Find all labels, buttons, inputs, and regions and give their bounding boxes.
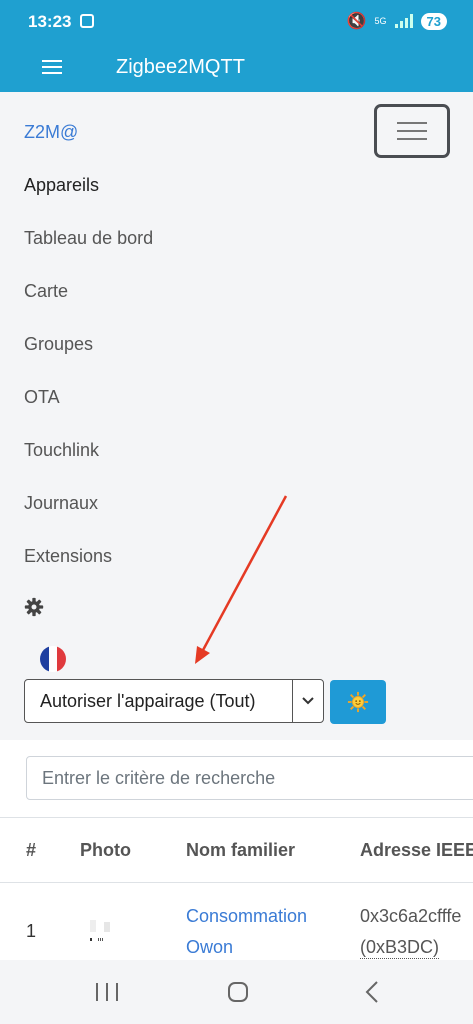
nav-panel: Z2M@ Appareils Tableau de bord Carte Gro…	[0, 92, 473, 740]
column-header-ieee-address[interactable]: Adresse IEEE	[360, 840, 473, 861]
theme-toggle-button[interactable]	[330, 680, 386, 724]
app-title: Zigbee2MQTT	[116, 56, 245, 78]
column-header-photo[interactable]: Photo	[80, 840, 131, 861]
column-header-friendly-name[interactable]: Nom familier	[186, 840, 295, 861]
network-type: 5G	[374, 15, 387, 26]
hamburger-icon[interactable]	[42, 60, 62, 74]
device-network-address: (0xB3DC)	[360, 937, 440, 959]
device-name-link[interactable]: Consommation	[186, 906, 307, 927]
toggler-lines-icon	[397, 122, 427, 140]
battery-badge: 73	[420, 12, 447, 30]
nav-item-tableau-de-bord[interactable]: Tableau de bord	[24, 228, 153, 249]
status-bar: 13:23 🔇 5G 73	[0, 0, 473, 44]
app-bar: Zigbee2MQTT	[0, 44, 473, 92]
nav-item-ota[interactable]: OTA	[24, 387, 60, 408]
system-nav-bar	[0, 960, 473, 1024]
chevron-down-icon	[302, 697, 314, 705]
recent-apps-icon[interactable]	[96, 983, 118, 1001]
permit-join-group: Autoriser l'appairage (Tout)	[24, 679, 324, 723]
back-icon[interactable]	[364, 980, 380, 1004]
nav-item-touchlink[interactable]: Touchlink	[24, 440, 99, 461]
devices-table-card: # Photo Nom familier Adresse IEEE 1 Cons…	[0, 740, 473, 960]
status-time: 13:23	[28, 12, 72, 31]
row-index: 1	[26, 921, 37, 941]
device-ieee-address: 0x3c6a2cfffe	[360, 906, 462, 926]
brand-link[interactable]: Z2M@	[24, 122, 78, 143]
column-header-index[interactable]: #	[26, 840, 36, 861]
permit-join-dropdown-toggle[interactable]	[292, 680, 323, 722]
sun-icon	[347, 691, 369, 713]
device-name-link-line2[interactable]: Owon	[186, 937, 233, 958]
mute-icon: 🔇	[346, 13, 367, 30]
status-indicators: 🔇 5G 73	[347, 11, 447, 31]
french-flag-icon[interactable]	[40, 646, 66, 672]
search-input[interactable]	[26, 756, 473, 800]
nav-item-appareils[interactable]: Appareils	[24, 175, 99, 196]
permit-join-button[interactable]: Autoriser l'appairage (Tout)	[25, 680, 292, 722]
gear-icon[interactable]	[24, 597, 44, 617]
nav-item-groupes[interactable]: Groupes	[24, 334, 93, 355]
signal-icon	[394, 14, 413, 28]
table-top-divider	[0, 817, 473, 818]
screen-record-icon	[80, 14, 94, 28]
table-header-divider	[0, 882, 473, 883]
nav-item-journaux[interactable]: Journaux	[24, 493, 98, 514]
device-photo	[90, 920, 110, 941]
navbar-toggler-button[interactable]	[374, 104, 450, 158]
nav-item-carte[interactable]: Carte	[24, 281, 68, 302]
nav-item-extensions[interactable]: Extensions	[24, 546, 112, 567]
home-icon[interactable]	[228, 982, 248, 1002]
